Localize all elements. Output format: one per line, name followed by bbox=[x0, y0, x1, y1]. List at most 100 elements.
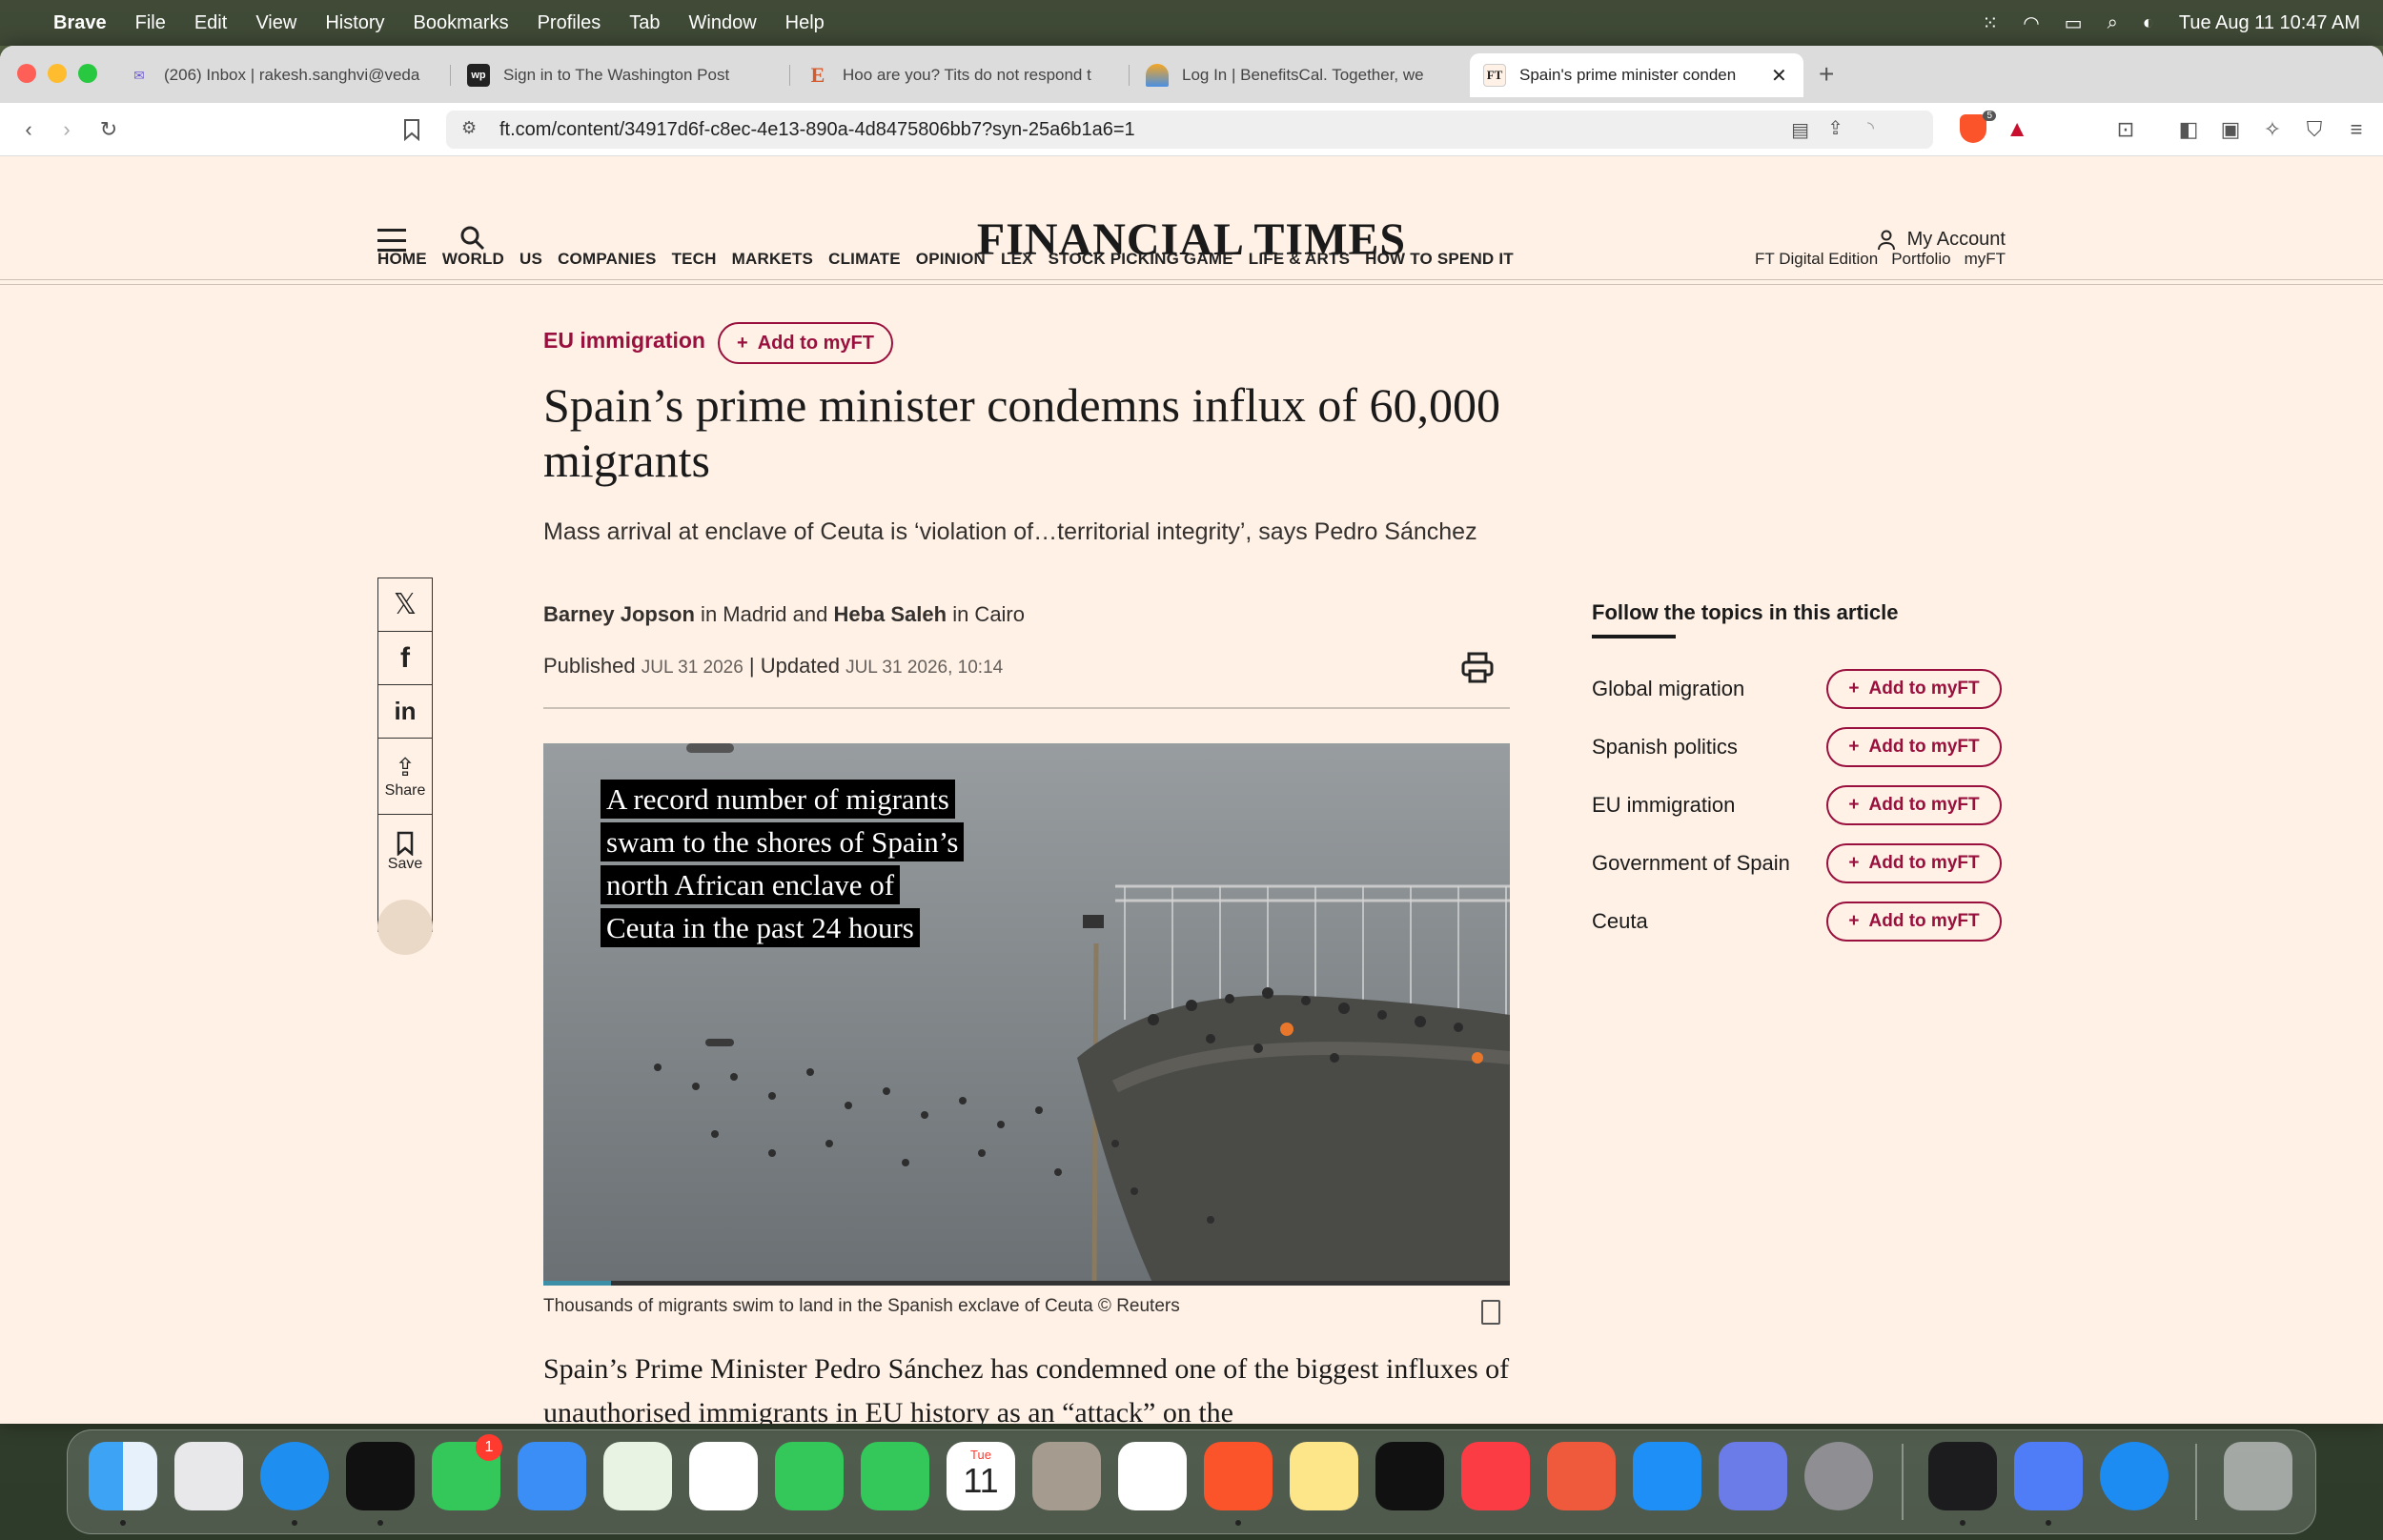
share-button[interactable]: ⇪ Share bbox=[378, 739, 432, 815]
trash-icon[interactable] bbox=[2224, 1442, 2292, 1510]
main-menu-icon[interactable]: ≡ bbox=[2343, 116, 2370, 143]
close-tab-icon[interactable]: ✕ bbox=[1771, 64, 1787, 88]
finder-icon[interactable] bbox=[89, 1442, 157, 1510]
nav-ft-digital-edition[interactable]: FT Digital Edition bbox=[1755, 250, 1878, 269]
leo-ai-icon[interactable]: ✧ bbox=[2259, 116, 2286, 143]
bookmark-icon[interactable] bbox=[398, 116, 425, 143]
forward-icon[interactable]: › bbox=[53, 116, 80, 143]
new-tab-button[interactable]: + bbox=[1819, 59, 1834, 90]
wallet-icon[interactable]: ▣ bbox=[2217, 116, 2244, 143]
add-to-myft-button[interactable]: + Add to myFT bbox=[1826, 902, 2002, 942]
music-icon[interactable] bbox=[1461, 1442, 1530, 1510]
share-page-icon[interactable]: ⇪ bbox=[1827, 116, 1843, 140]
facetime-icon[interactable] bbox=[775, 1442, 844, 1510]
mail-icon[interactable] bbox=[518, 1442, 586, 1510]
nav-us[interactable]: US bbox=[519, 250, 542, 269]
save-button[interactable]: Save bbox=[378, 815, 432, 889]
topic-add-to-myft-button[interactable]: + Add to myFT bbox=[718, 322, 893, 364]
nav-world[interactable]: WORLD bbox=[442, 250, 504, 269]
topic-label[interactable]: Global migration bbox=[1592, 677, 1744, 701]
topic-label[interactable]: Government of Spain bbox=[1592, 851, 1790, 876]
wifi-icon[interactable]: ◠ bbox=[2023, 11, 2039, 35]
transcript-icon[interactable] bbox=[1481, 1300, 1500, 1325]
menu-app-name[interactable]: Brave bbox=[53, 12, 107, 34]
nav-tech[interactable]: TECH bbox=[672, 250, 717, 269]
topic-label[interactable]: Spanish politics bbox=[1592, 735, 1738, 760]
add-to-myft-button[interactable]: + Add to myFT bbox=[1826, 669, 2002, 709]
rocket-icon[interactable] bbox=[1547, 1442, 1616, 1510]
nav-companies[interactable]: COMPANIES bbox=[558, 250, 657, 269]
tab-hoo[interactable]: E Hoo are you? Tits do not respond t bbox=[793, 53, 1127, 97]
tab-inbox[interactable]: ✉ (206) Inbox | rakesh.sanghvi@veda bbox=[114, 53, 448, 97]
safari-icon[interactable] bbox=[260, 1442, 329, 1510]
add-to-myft-button[interactable]: + Add to myFT bbox=[1826, 785, 2002, 825]
launchpad-icon[interactable] bbox=[174, 1442, 243, 1510]
brave-shields-icon[interactable] bbox=[1960, 114, 1986, 143]
address-bar[interactable]: ⚙ ft.com/content/34917d6f-c8ec-4e13-890a… bbox=[446, 111, 2028, 149]
control-center-icon[interactable]: ◐ bbox=[2143, 12, 2154, 34]
print-icon[interactable] bbox=[1460, 652, 1495, 684]
nav-myft[interactable]: myFT bbox=[1965, 250, 2006, 269]
sidebar-icon[interactable]: ◧ bbox=[2175, 116, 2202, 143]
menu-clock[interactable]: Tue Aug 11 10:47 AM bbox=[2179, 12, 2360, 34]
add-to-myft-button[interactable]: + Add to myFT bbox=[1826, 727, 2002, 767]
apple-tv-icon[interactable] bbox=[1375, 1442, 1444, 1510]
menu-bookmarks[interactable]: Bookmarks bbox=[414, 12, 509, 34]
warp-icon[interactable] bbox=[346, 1442, 415, 1510]
article-topic-link[interactable]: EU immigration bbox=[543, 328, 705, 354]
menu-view[interactable]: View bbox=[255, 12, 296, 34]
photos-icon[interactable] bbox=[689, 1442, 758, 1510]
contacts-icon[interactable] bbox=[1032, 1442, 1101, 1510]
close-window-button[interactable] bbox=[17, 64, 36, 83]
nav-home[interactable]: HOME bbox=[377, 250, 427, 269]
author-link[interactable]: Heba Saleh bbox=[833, 602, 947, 626]
reload-icon[interactable]: ↻ bbox=[95, 116, 122, 143]
nav-lex[interactable]: LEX bbox=[1001, 250, 1033, 269]
maps-icon[interactable] bbox=[603, 1442, 672, 1510]
nav-portfolio[interactable]: Portfolio bbox=[1891, 250, 1950, 269]
nav-climate[interactable]: CLIMATE bbox=[828, 250, 901, 269]
reminders-icon[interactable] bbox=[1118, 1442, 1187, 1510]
battery-icon[interactable]: ▭ bbox=[2065, 11, 2083, 35]
notes-icon[interactable] bbox=[1290, 1442, 1358, 1510]
vpn-icon[interactable]: ⛉ bbox=[2301, 116, 2328, 143]
nav-markets[interactable]: MARKETS bbox=[732, 250, 813, 269]
menu-edit[interactable]: Edit bbox=[194, 12, 227, 34]
reader-mode-icon[interactable]: ▤ bbox=[1791, 118, 1809, 142]
nav-how-to-spend-it[interactable]: HOW TO SPEND IT bbox=[1365, 250, 1514, 269]
tab-benefitscal[interactable]: Log In | BenefitsCal. Together, we bbox=[1132, 53, 1466, 97]
simulator-icon[interactable] bbox=[1719, 1442, 1787, 1510]
menu-file[interactable]: File bbox=[135, 12, 166, 34]
rss-icon[interactable]: ◝ bbox=[1867, 118, 1874, 138]
quicktime-icon[interactable] bbox=[2100, 1442, 2169, 1510]
hero-video[interactable]: A record number of migrants swam to the … bbox=[543, 743, 1510, 1285]
topic-label[interactable]: EU immigration bbox=[1592, 793, 1735, 818]
share-facebook-button[interactable]: f bbox=[378, 632, 432, 685]
nav-opinion[interactable]: OPINION bbox=[916, 250, 986, 269]
screenshot-icon[interactable]: ⊡ bbox=[2112, 116, 2139, 143]
tab-ft-active[interactable]: FT Spain's prime minister conden ✕ bbox=[1470, 53, 1803, 97]
app-store-icon[interactable] bbox=[1633, 1442, 1701, 1510]
share-x-button[interactable]: 𝕏 bbox=[378, 578, 432, 632]
video-progress-bar[interactable] bbox=[543, 1281, 1510, 1286]
phone-icon[interactable] bbox=[861, 1442, 929, 1510]
tab-washington-post[interactable]: wp Sign in to The Washington Post bbox=[454, 53, 787, 97]
share-linkedin-button[interactable]: in bbox=[378, 685, 432, 739]
topic-label[interactable]: Ceuta bbox=[1592, 909, 1648, 934]
menu-history[interactable]: History bbox=[325, 12, 384, 34]
menu-profiles[interactable]: Profiles bbox=[538, 12, 601, 34]
nav-life-arts[interactable]: LIFE & ARTS bbox=[1249, 250, 1350, 269]
minimize-window-button[interactable] bbox=[48, 64, 67, 83]
add-to-myft-button[interactable]: + Add to myFT bbox=[1826, 843, 2002, 883]
brave-icon[interactable] bbox=[1204, 1442, 1273, 1510]
my-account-link[interactable]: My Account bbox=[1877, 229, 2006, 251]
site-settings-icon[interactable]: ⚙ bbox=[461, 118, 477, 138]
calendar-icon[interactable]: Tue 11 bbox=[947, 1442, 1015, 1510]
menu-window[interactable]: Window bbox=[689, 12, 757, 34]
brave-rewards-icon[interactable]: ▲ bbox=[2006, 116, 2028, 143]
app-grid-icon[interactable] bbox=[1928, 1442, 1997, 1510]
spotlight-search-icon[interactable]: ⌕ bbox=[2108, 12, 2118, 34]
dots-grid-icon[interactable]: ⁙ bbox=[1982, 11, 1998, 35]
system-settings-icon[interactable] bbox=[1804, 1442, 1873, 1510]
back-icon[interactable]: ‹ bbox=[15, 116, 42, 143]
